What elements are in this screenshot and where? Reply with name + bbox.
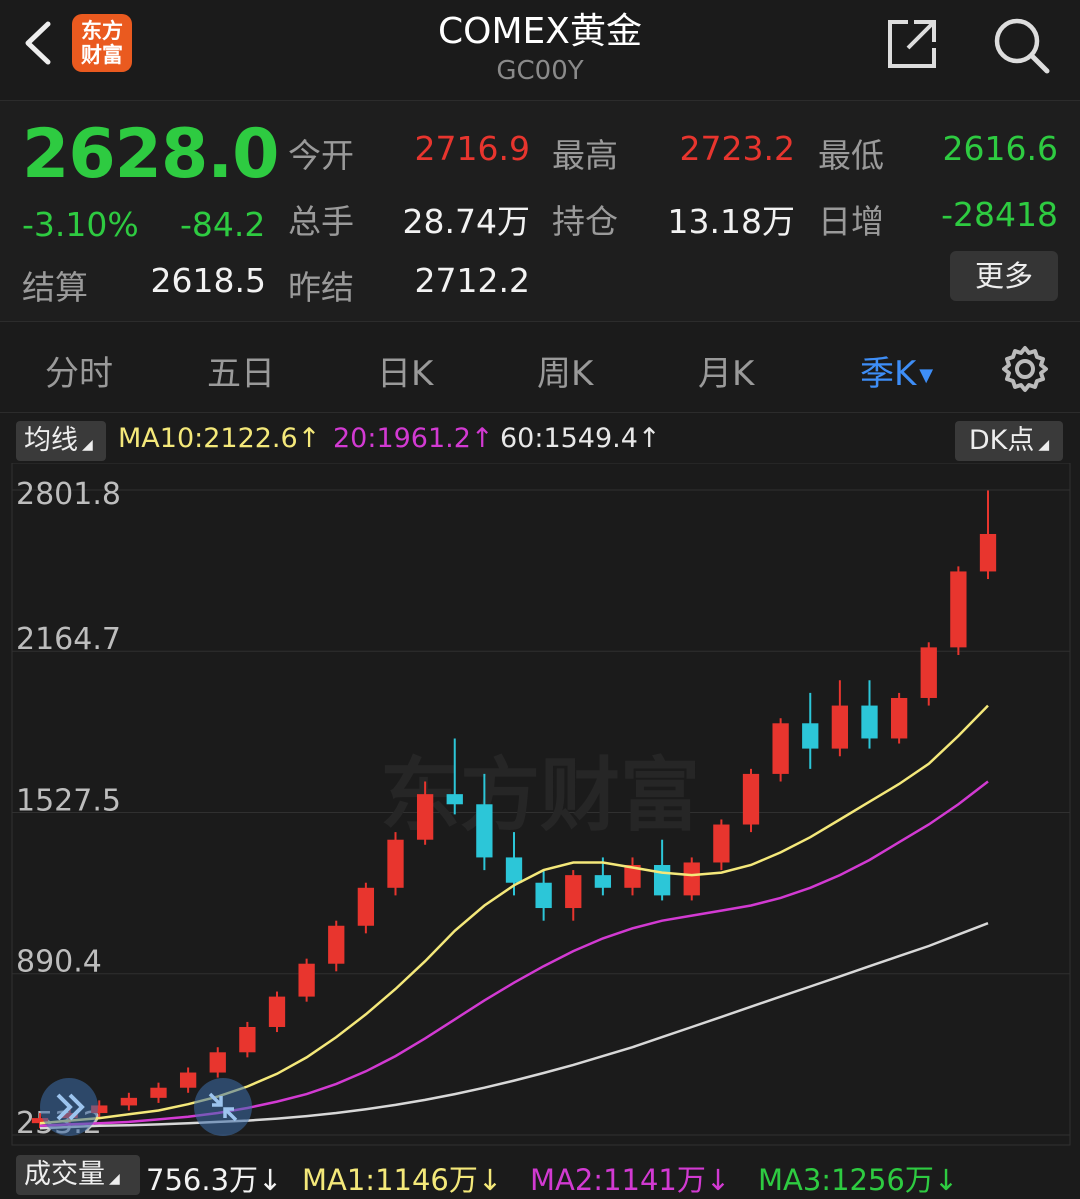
ma60-value: 60:1549.4↑ bbox=[500, 423, 661, 454]
volume-ma3: MA3:1256万↓ bbox=[758, 1163, 959, 1197]
prev-settle-value: 2712.2 bbox=[414, 261, 530, 300]
change-percent: -3.10% bbox=[22, 205, 139, 244]
collapse-arrows-icon bbox=[208, 1092, 238, 1122]
ma-indicator-bar: 均线 ◢ MA10:2122.6↑ 20:1961.2↑ 60:1549.4↑ D… bbox=[0, 413, 1080, 463]
search-icon[interactable] bbox=[990, 14, 1052, 76]
candle-body bbox=[268, 996, 286, 1027]
quote-panel: 2628.0 -3.10% -84.2 今开 2716.9 最高 2723.2 … bbox=[0, 101, 1080, 322]
tab-intraday[interactable]: 分时 bbox=[45, 346, 113, 395]
daily-increase-label: 日增 bbox=[818, 202, 884, 241]
y-tick-label: 2164.7 bbox=[16, 622, 121, 657]
ma10-value: MA10:2122.6↑ bbox=[118, 423, 321, 454]
corner-caret-icon: ◢ bbox=[1038, 437, 1050, 453]
zoom-button[interactable] bbox=[194, 1078, 252, 1136]
prev-settle-label: 昨结 bbox=[288, 268, 354, 307]
ma20-value: 20:1961.2↑ bbox=[333, 423, 494, 454]
volume-ma2: MA2:1141万↓ bbox=[530, 1163, 731, 1197]
daily-increase-value: -28418 bbox=[941, 195, 1058, 234]
candle-body bbox=[594, 875, 612, 888]
volume-selector[interactable]: 成交量 ◢ bbox=[16, 1155, 140, 1195]
candle-body bbox=[387, 839, 404, 888]
y-tick-label: 1527.5 bbox=[16, 784, 121, 819]
tab-quarterly-k[interactable]: 季K ▼ bbox=[860, 346, 933, 395]
volume-indicator-bar: 成交量 ◢ 756.3万↓ MA1:1146万↓ MA2:1141万↓ MA3:1… bbox=[0, 1153, 1080, 1197]
candle-body bbox=[565, 875, 582, 909]
double-chevron-right-icon bbox=[56, 1093, 85, 1121]
more-button[interactable]: 更多 bbox=[950, 251, 1058, 301]
volume-value: 28.74万 bbox=[402, 202, 530, 241]
high-value: 2723.2 bbox=[679, 129, 795, 168]
candle-body bbox=[150, 1087, 167, 1098]
dropdown-caret-icon: ▼ bbox=[919, 365, 934, 386]
candle-body bbox=[979, 533, 997, 572]
settle-label: 结算 bbox=[22, 268, 88, 307]
low-value: 2616.6 bbox=[942, 129, 1058, 168]
corner-caret-icon: ◢ bbox=[82, 437, 93, 453]
period-tabs: 分时 五日 日K 周K 月K 季K ▼ bbox=[0, 322, 1080, 413]
volume-now: 756.3万↓ bbox=[146, 1163, 283, 1197]
open-label: 今开 bbox=[288, 136, 354, 175]
tab-monthly-k[interactable]: 月K bbox=[698, 346, 754, 395]
candle-body bbox=[298, 963, 315, 997]
candle-body bbox=[653, 865, 671, 896]
tab-weekly-k[interactable]: 周K bbox=[537, 346, 593, 395]
candle-body bbox=[209, 1052, 226, 1073]
high-label: 最高 bbox=[552, 136, 618, 175]
candle-body bbox=[357, 887, 375, 926]
change-value: -84.2 bbox=[180, 205, 266, 244]
last-price: 2628.0 bbox=[22, 115, 279, 194]
header-bar: 东方 财富 COMEX黄金 GC00Y bbox=[0, 0, 1080, 101]
expand-left-button[interactable] bbox=[40, 1078, 98, 1136]
ma-selector[interactable]: 均线 ◢ bbox=[16, 421, 106, 461]
open-value: 2716.9 bbox=[414, 129, 530, 168]
candle-body bbox=[476, 804, 493, 858]
candle-body bbox=[920, 647, 937, 698]
candle-body bbox=[861, 705, 878, 739]
candle-body bbox=[683, 862, 700, 896]
share-icon[interactable] bbox=[884, 16, 940, 72]
candle-body bbox=[831, 705, 849, 749]
kline-chart[interactable]: 东方财富 2801.82164.71527.5890.4253.2 bbox=[0, 463, 1080, 1153]
open-interest-value: 13.18万 bbox=[667, 202, 795, 241]
candle-body bbox=[328, 925, 345, 964]
volume-ma1: MA1:1146万↓ bbox=[302, 1163, 503, 1197]
open-interest-label: 持仓 bbox=[552, 202, 618, 241]
candle-body bbox=[890, 697, 908, 739]
candle-body bbox=[713, 824, 730, 863]
candle-body bbox=[802, 723, 819, 749]
candle-body bbox=[505, 857, 523, 883]
candle-body bbox=[742, 773, 760, 825]
candle-body bbox=[772, 723, 789, 774]
low-label: 最低 bbox=[818, 136, 884, 175]
y-tick-label: 890.4 bbox=[16, 945, 102, 980]
y-tick-label: 2801.8 bbox=[16, 477, 121, 512]
candle-body bbox=[416, 794, 434, 840]
settle-value: 2618.5 bbox=[150, 261, 266, 300]
candle-body bbox=[535, 882, 552, 909]
dk-point-button[interactable]: DK点 ◢ bbox=[955, 421, 1063, 461]
candle-body bbox=[120, 1097, 138, 1106]
tab-five-day[interactable]: 五日 bbox=[207, 346, 275, 395]
candle-body bbox=[446, 794, 463, 805]
tab-daily-k[interactable]: 日K bbox=[377, 346, 433, 395]
candle-body bbox=[239, 1026, 256, 1053]
corner-caret-icon: ◢ bbox=[109, 1171, 120, 1187]
candle-body bbox=[950, 571, 967, 648]
gear-icon[interactable] bbox=[1000, 344, 1050, 394]
volume-label: 总手 bbox=[288, 202, 354, 241]
